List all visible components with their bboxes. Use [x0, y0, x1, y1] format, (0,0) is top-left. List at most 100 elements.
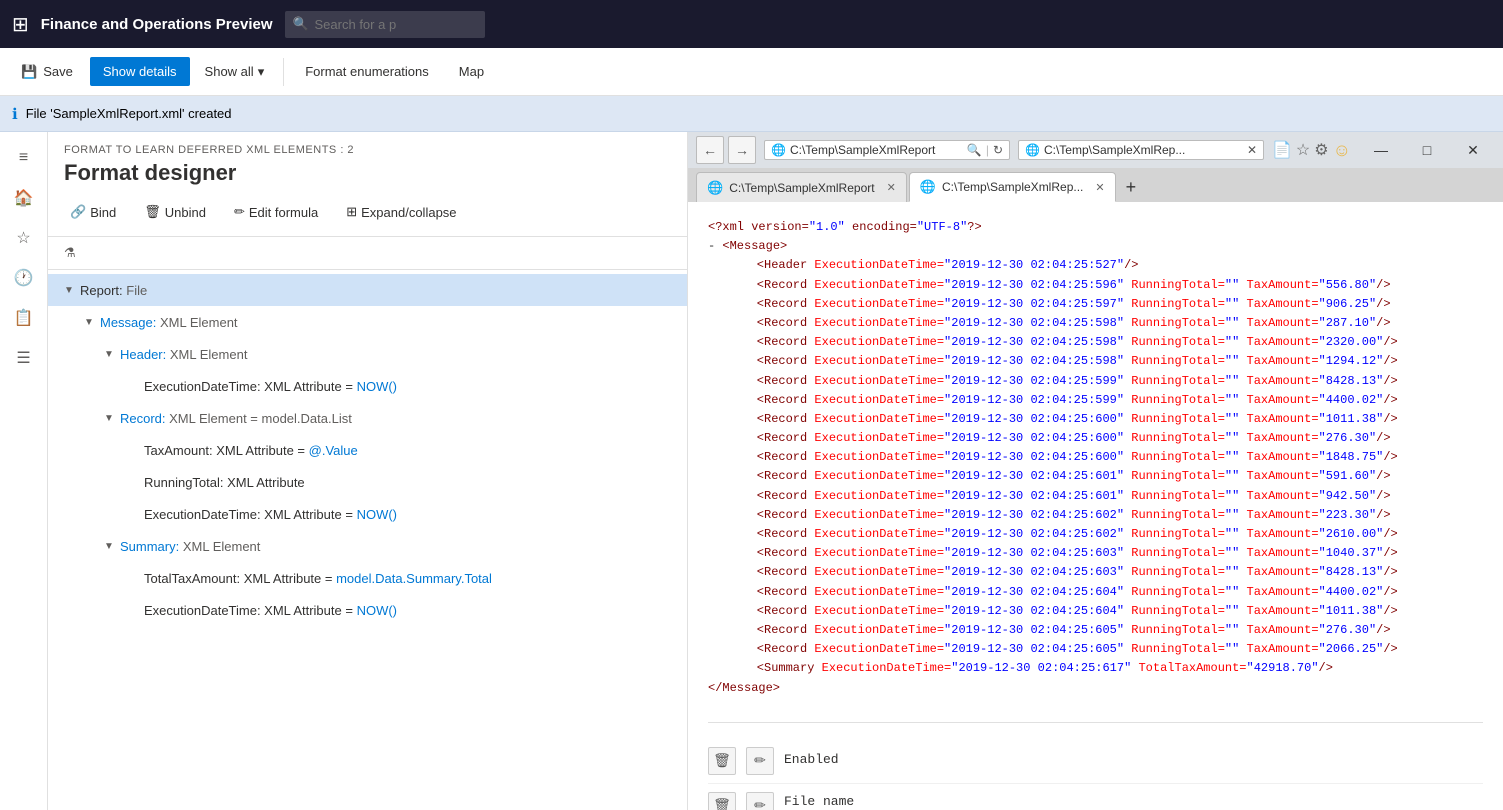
tree-node-totaltaxamount[interactable]: TotalTaxAmount: XML Attribute = model.Da…: [48, 562, 687, 594]
edit-formula-icon: ✏: [234, 204, 245, 220]
node-label-runningtotal: RunningTotal: XML Attribute: [144, 475, 671, 490]
bind-button[interactable]: 🔗 Bind: [64, 200, 122, 224]
tree-node-execdatetime3[interactable]: ExecutionDateTime: XML Attribute = NOW(): [48, 594, 687, 626]
xml-record-7: <Record ExecutionDateTime="2019-12-30 02…: [708, 391, 1483, 410]
smiley-icon[interactable]: ☺: [1333, 140, 1351, 161]
address-ie-icon-1: 🌐: [771, 143, 786, 157]
close-tab-icon[interactable]: ✕: [1247, 143, 1257, 157]
window-controls: — □ ✕: [1359, 136, 1495, 164]
browser-back-button[interactable]: ←: [696, 136, 724, 164]
expand-icon-header: ▼: [104, 349, 116, 360]
minimize-button[interactable]: —: [1359, 136, 1403, 164]
node-value-execdatetime2: NOW(): [357, 507, 397, 522]
node-value-taxamount: @.Value: [309, 443, 358, 458]
node-value-execdatetime3: NOW(): [357, 603, 397, 618]
xml-record-12: <Record ExecutionDateTime="2019-12-30 02…: [708, 487, 1483, 506]
xml-record-14: <Record ExecutionDateTime="2019-12-30 02…: [708, 525, 1483, 544]
filename-property-row: 🗑 ✏ File name "SampleXmlReport": [708, 784, 1483, 810]
address-bar-2[interactable]: 🌐 C:\Temp\SampleXmlRep... ✕: [1018, 140, 1264, 160]
node-type-summary: XML Element: [183, 539, 261, 554]
tree-node-header[interactable]: ▼ Header: XML Element: [48, 338, 687, 370]
node-name-runningtotal: RunningTotal: XML Attribute: [144, 475, 305, 490]
show-details-label: Show details: [103, 64, 177, 79]
expand-collapse-label: Expand/collapse: [361, 205, 456, 220]
gear-icon[interactable]: ⚙: [1314, 140, 1328, 160]
search-input[interactable]: [285, 11, 485, 38]
tab-close-1[interactable]: ✕: [887, 181, 896, 194]
sidebar-home-button[interactable]: 🏠: [6, 180, 42, 216]
tree-node-execdatetime1[interactable]: ExecutionDateTime: XML Attribute = NOW(): [48, 370, 687, 402]
close-button[interactable]: ✕: [1451, 136, 1495, 164]
node-label-header: Header: XML Element: [120, 347, 671, 362]
browser-action-icons: 📄 ☆ ⚙ ☺: [1272, 140, 1351, 161]
new-tab-button[interactable]: +: [1118, 172, 1150, 202]
node-name-execdatetime3: ExecutionDateTime: XML Attribute =: [144, 603, 357, 618]
browser-nav-controls: ← →: [696, 136, 756, 164]
expand-collapse-button[interactable]: ⊞ Expand/collapse: [340, 200, 462, 224]
node-label-execdatetime2: ExecutionDateTime: XML Attribute = NOW(): [144, 507, 671, 522]
map-button[interactable]: Map: [446, 57, 497, 86]
address-separator-1: |: [986, 143, 989, 157]
format-label: FORMAT TO LEARN DEFERRED XML ELEMENTS : …: [64, 144, 671, 156]
node-name-totaltaxamount: TotalTaxAmount: XML Attribute =: [144, 571, 336, 586]
xml-record-16: <Record ExecutionDateTime="2019-12-30 02…: [708, 563, 1483, 582]
tree-node-execdatetime2[interactable]: ExecutionDateTime: XML Attribute = NOW(): [48, 498, 687, 530]
xml-record-6: <Record ExecutionDateTime="2019-12-30 02…: [708, 372, 1483, 391]
browser-forward-button[interactable]: →: [728, 136, 756, 164]
xml-record-18: <Record ExecutionDateTime="2019-12-30 02…: [708, 602, 1483, 621]
star-icon[interactable]: ☆: [1296, 140, 1310, 160]
tree-node-taxamount[interactable]: TaxAmount: XML Attribute = @.Value: [48, 434, 687, 466]
save-button[interactable]: 💾 Save: [8, 57, 86, 87]
filename-delete-button[interactable]: 🗑: [708, 792, 736, 810]
xml-decl-tag: <?xml version=: [708, 218, 809, 237]
waffle-icon[interactable]: ⊞: [12, 12, 29, 37]
filename-label: File name: [784, 792, 917, 810]
address-bar-1[interactable]: 🌐 C:\Temp\SampleXmlReport 🔍 | ↻: [764, 140, 1010, 160]
xml-declaration: <?xml version="1.0" encoding="UTF-8"?>: [708, 218, 1483, 237]
tree-node-record[interactable]: ▼ Record: XML Element = model.Data.List: [48, 402, 687, 434]
sidebar-list-button[interactable]: ☰: [6, 340, 42, 376]
tree-node-message[interactable]: ▼ Message: XML Element: [48, 306, 687, 338]
browser-titlebar: ← → 🌐 C:\Temp\SampleXmlReport 🔍 | ↻ 🌐 C:…: [688, 132, 1503, 168]
unbind-icon: 🗑: [144, 204, 161, 220]
enabled-property-row: 🗑 ✏ Enabled: [708, 739, 1483, 784]
xml-header-line: <Header ExecutionDateTime="2019-12-30 02…: [708, 256, 1483, 275]
edit-formula-button[interactable]: ✏ Edit formula: [228, 200, 324, 224]
maximize-button[interactable]: □: [1405, 136, 1449, 164]
format-designer-panel: FORMAT TO LEARN DEFERRED XML ELEMENTS : …: [48, 132, 688, 810]
sidebar-hamburger-button[interactable]: ≡: [6, 140, 42, 176]
browser-tabbar: 🌐 C:\Temp\SampleXmlReport ✕ 🌐 C:\Temp\Sa…: [688, 168, 1503, 202]
address-search-icon-1[interactable]: 🔍: [967, 143, 982, 157]
page-new-icon[interactable]: 📄: [1272, 140, 1292, 160]
expand-icon-record: ▼: [104, 413, 116, 424]
tree-node-report[interactable]: ▼ Report: File: [48, 274, 687, 306]
expand-icon-message: ▼: [84, 317, 96, 328]
browser-tab-2[interactable]: 🌐 C:\Temp\SampleXmlRep... ✕: [909, 172, 1116, 202]
address-refresh-1[interactable]: ↻: [993, 143, 1003, 157]
sidebar-history-button[interactable]: 🕐: [6, 260, 42, 296]
expand-collapse-icon: ⊞: [346, 204, 357, 220]
node-name-execdatetime2: ExecutionDateTime: XML Attribute =: [144, 507, 357, 522]
enabled-delete-button[interactable]: 🗑: [708, 747, 736, 775]
xml-record-3: <Record ExecutionDateTime="2019-12-30 02…: [708, 314, 1483, 333]
tree-node-summary[interactable]: ▼ Summary: XML Element: [48, 530, 687, 562]
show-details-button[interactable]: Show details: [90, 57, 190, 86]
address-text-2: C:\Temp\SampleXmlRep...: [1044, 143, 1239, 157]
enabled-edit-button[interactable]: ✏: [746, 747, 774, 775]
browser-tab-1[interactable]: 🌐 C:\Temp\SampleXmlReport ✕: [696, 172, 907, 202]
node-type-message: XML Element: [160, 315, 238, 330]
filename-edit-button[interactable]: ✏: [746, 792, 774, 810]
xml-record-9: <Record ExecutionDateTime="2019-12-30 02…: [708, 429, 1483, 448]
format-enumerations-button[interactable]: Format enumerations: [292, 57, 442, 86]
filter-icon: ⚗: [64, 245, 76, 261]
tree-node-runningtotal[interactable]: RunningTotal: XML Attribute: [48, 466, 687, 498]
xml-record-20: <Record ExecutionDateTime="2019-12-30 02…: [708, 640, 1483, 659]
node-name-record: Record:: [120, 411, 169, 426]
tab-close-2[interactable]: ✕: [1095, 181, 1104, 194]
sidebar-star-button[interactable]: ☆: [6, 220, 42, 256]
xml-record-5: <Record ExecutionDateTime="2019-12-30 02…: [708, 352, 1483, 371]
sidebar-calendar-button[interactable]: 📋: [6, 300, 42, 336]
show-all-button[interactable]: Show all ▾: [194, 57, 276, 87]
unbind-button[interactable]: 🗑 Unbind: [138, 200, 212, 224]
save-label: Save: [43, 64, 73, 79]
